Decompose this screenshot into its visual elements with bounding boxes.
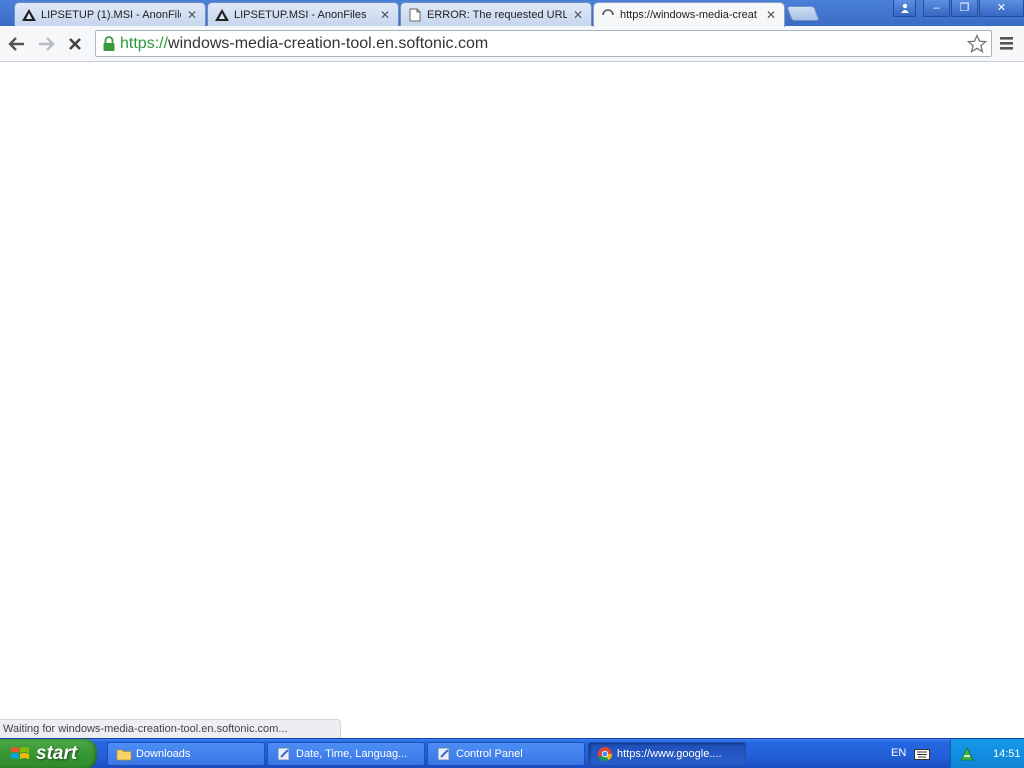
network-icon[interactable] bbox=[959, 746, 975, 762]
taskbar-item-date-time[interactable]: Date, Time, Languag... bbox=[267, 742, 425, 766]
status-bubble: Waiting for windows-media-creation-tool.… bbox=[0, 719, 341, 738]
tab-title: ERROR: The requested URL bbox=[427, 8, 567, 21]
tab-title: https://windows-media-creat bbox=[620, 9, 757, 21]
bookmark-star-icon[interactable] bbox=[967, 34, 987, 54]
page-icon bbox=[407, 7, 423, 23]
taskbar: start Downloads Date, Time, Languag... C… bbox=[0, 738, 1024, 768]
window-controls: – ❐ ✕ bbox=[892, 0, 1024, 18]
keyboard-icon[interactable] bbox=[914, 749, 930, 760]
minimize-button[interactable]: – bbox=[923, 0, 950, 17]
start-label: start bbox=[36, 743, 78, 764]
language-indicator[interactable]: EN bbox=[891, 747, 906, 759]
taskbar-item-label: Control Panel bbox=[456, 748, 523, 760]
control-panel-icon bbox=[437, 747, 450, 761]
tab-softonic[interactable]: https://windows-media-creat ✕ bbox=[593, 2, 785, 27]
folder-icon bbox=[116, 749, 132, 761]
clock[interactable]: 14:51 bbox=[993, 748, 1021, 760]
taskbar-item-control-panel[interactable]: Control Panel bbox=[427, 742, 585, 766]
forward-button[interactable] bbox=[35, 33, 57, 55]
tab-close-icon[interactable]: ✕ bbox=[185, 8, 199, 22]
url-host: windows-media-creation-tool.en.softonic.… bbox=[168, 35, 489, 52]
close-window-button[interactable]: ✕ bbox=[979, 0, 1024, 17]
taskbar-item-label: Date, Time, Languag... bbox=[296, 748, 408, 760]
control-panel-icon bbox=[277, 747, 290, 761]
lock-icon bbox=[103, 36, 115, 51]
tab-title: LIPSETUP (1).MSI - AnonFiles bbox=[41, 8, 181, 21]
back-arrow-icon bbox=[8, 37, 24, 51]
forward-arrow-icon bbox=[39, 37, 55, 51]
tab-close-icon[interactable]: ✕ bbox=[764, 8, 778, 22]
windows-logo-icon bbox=[11, 747, 29, 759]
back-button[interactable] bbox=[6, 33, 28, 55]
tab-title: LIPSETUP.MSI - AnonFiles bbox=[234, 8, 367, 21]
browser-toolbar: https://windows-media-creation-tool.en.s… bbox=[0, 26, 1024, 62]
anonfiles-icon bbox=[214, 7, 230, 23]
page-content bbox=[0, 62, 1024, 738]
profile-button[interactable] bbox=[893, 0, 916, 17]
anonfiles-icon bbox=[21, 7, 37, 23]
start-button[interactable]: start bbox=[0, 739, 97, 768]
stop-button[interactable] bbox=[64, 33, 86, 55]
taskbar-item-chrome[interactable]: https://www.google.... bbox=[588, 742, 746, 766]
tab-close-icon[interactable]: ✕ bbox=[378, 8, 392, 22]
user-icon bbox=[900, 3, 909, 13]
chrome-icon bbox=[598, 747, 613, 762]
taskbar-item-label: https://www.google.... bbox=[617, 748, 722, 760]
tab-error[interactable]: ERROR: The requested URL ✕ bbox=[400, 2, 592, 26]
menu-hamburger-icon[interactable] bbox=[998, 34, 1016, 52]
tab-close-icon[interactable]: ✕ bbox=[571, 8, 585, 22]
stop-x-icon bbox=[69, 38, 81, 50]
tab-strip: LIPSETUP (1).MSI - AnonFiles ✕ LIPSETUP.… bbox=[0, 0, 1024, 27]
system-tray: 14:51 bbox=[950, 739, 1024, 768]
tab-lipsetup-1[interactable]: LIPSETUP (1).MSI - AnonFiles ✕ bbox=[14, 2, 206, 26]
taskbar-item-downloads[interactable]: Downloads bbox=[107, 742, 265, 766]
url-scheme: https:// bbox=[120, 35, 169, 52]
taskbar-item-label: Downloads bbox=[136, 748, 191, 760]
tab-lipsetup[interactable]: LIPSETUP.MSI - AnonFiles ✕ bbox=[207, 2, 399, 26]
restore-button[interactable]: ❐ bbox=[951, 0, 978, 17]
loading-spinner-icon bbox=[600, 7, 616, 23]
url-text: https://windows-media-creation-tool.en.s… bbox=[120, 35, 488, 53]
new-tab-button[interactable] bbox=[786, 6, 820, 21]
address-bar[interactable]: https://windows-media-creation-tool.en.s… bbox=[95, 30, 992, 57]
